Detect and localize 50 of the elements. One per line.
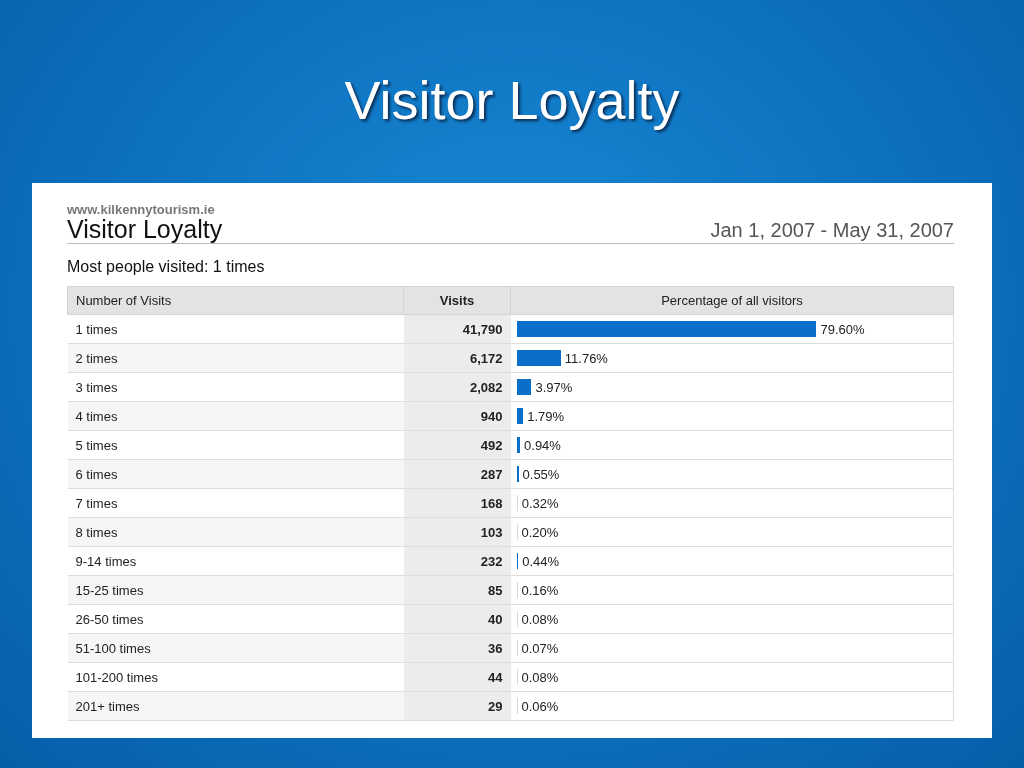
percentage-value: 0.06% [521, 698, 559, 714]
report-title: Visitor Loyalty [67, 216, 223, 242]
column-header: Percentage of all visitors [510, 286, 954, 315]
table-cell: 26-50 times [67, 604, 404, 634]
table-cell: 101-200 times [67, 662, 404, 692]
table-cell: 3 times [67, 372, 404, 402]
table-cell: 6,172 [403, 343, 511, 373]
site-url: www.kilkennytourism.ie [67, 203, 216, 216]
table-cell: 85 [403, 575, 511, 605]
table-cell: 2 times [67, 343, 404, 373]
percentage-value: 0.32% [521, 495, 559, 511]
percentage-value: 0.20% [521, 524, 559, 540]
percentage-value: 3.97% [535, 379, 573, 395]
date-range: Jan 1, 2007 - May 31, 2007 [710, 218, 954, 242]
table-cell: 41,790 [403, 314, 511, 344]
table-cell: 40 [403, 604, 511, 634]
table-cell: 103 [403, 517, 511, 547]
table-cell: 287 [403, 459, 511, 489]
table-cell: 4 times [67, 401, 404, 431]
table-cell: 232 [403, 546, 511, 576]
percentage-value: 1.79% [527, 408, 565, 424]
table-cell: 8 times [67, 517, 404, 547]
table-cell: 201+ times [67, 691, 404, 721]
percentage-value: 0.94% [524, 437, 561, 453]
percentage-value: 0.07% [521, 640, 559, 656]
column-header: Number of Visits [67, 286, 404, 315]
table-cell: 2,082 [403, 372, 511, 402]
percentage-value: 0.08% [521, 669, 559, 685]
slide-title: Visitor Loyalty [344, 69, 680, 132]
percentage-value: 0.16% [521, 582, 559, 598]
percentage-value: 79.60% [820, 321, 865, 337]
percentage-value: 0.55% [522, 466, 560, 482]
percentage-value: 0.08% [521, 611, 559, 627]
summary-text: Most people visited: 1 times [67, 258, 266, 276]
percentage-value: 11.76% [564, 350, 608, 366]
table-cell: 7 times [67, 488, 404, 518]
table-cell: 51-100 times [67, 633, 404, 663]
column-header: Visits [403, 286, 511, 315]
table-cell: 44 [403, 662, 511, 692]
table-cell: 1 times [67, 314, 404, 344]
table-cell: 29 [403, 691, 511, 721]
table-cell: 9-14 times [67, 546, 404, 576]
table-cell: 15-25 times [67, 575, 404, 605]
table-cell: 5 times [67, 430, 404, 460]
table-cell: 168 [403, 488, 511, 518]
table-cell: 6 times [67, 459, 404, 489]
percentage-value: 0.44% [522, 553, 560, 569]
table-cell: 36 [403, 633, 511, 663]
table-cell: 492 [403, 430, 511, 460]
table-cell: 940 [403, 401, 511, 431]
